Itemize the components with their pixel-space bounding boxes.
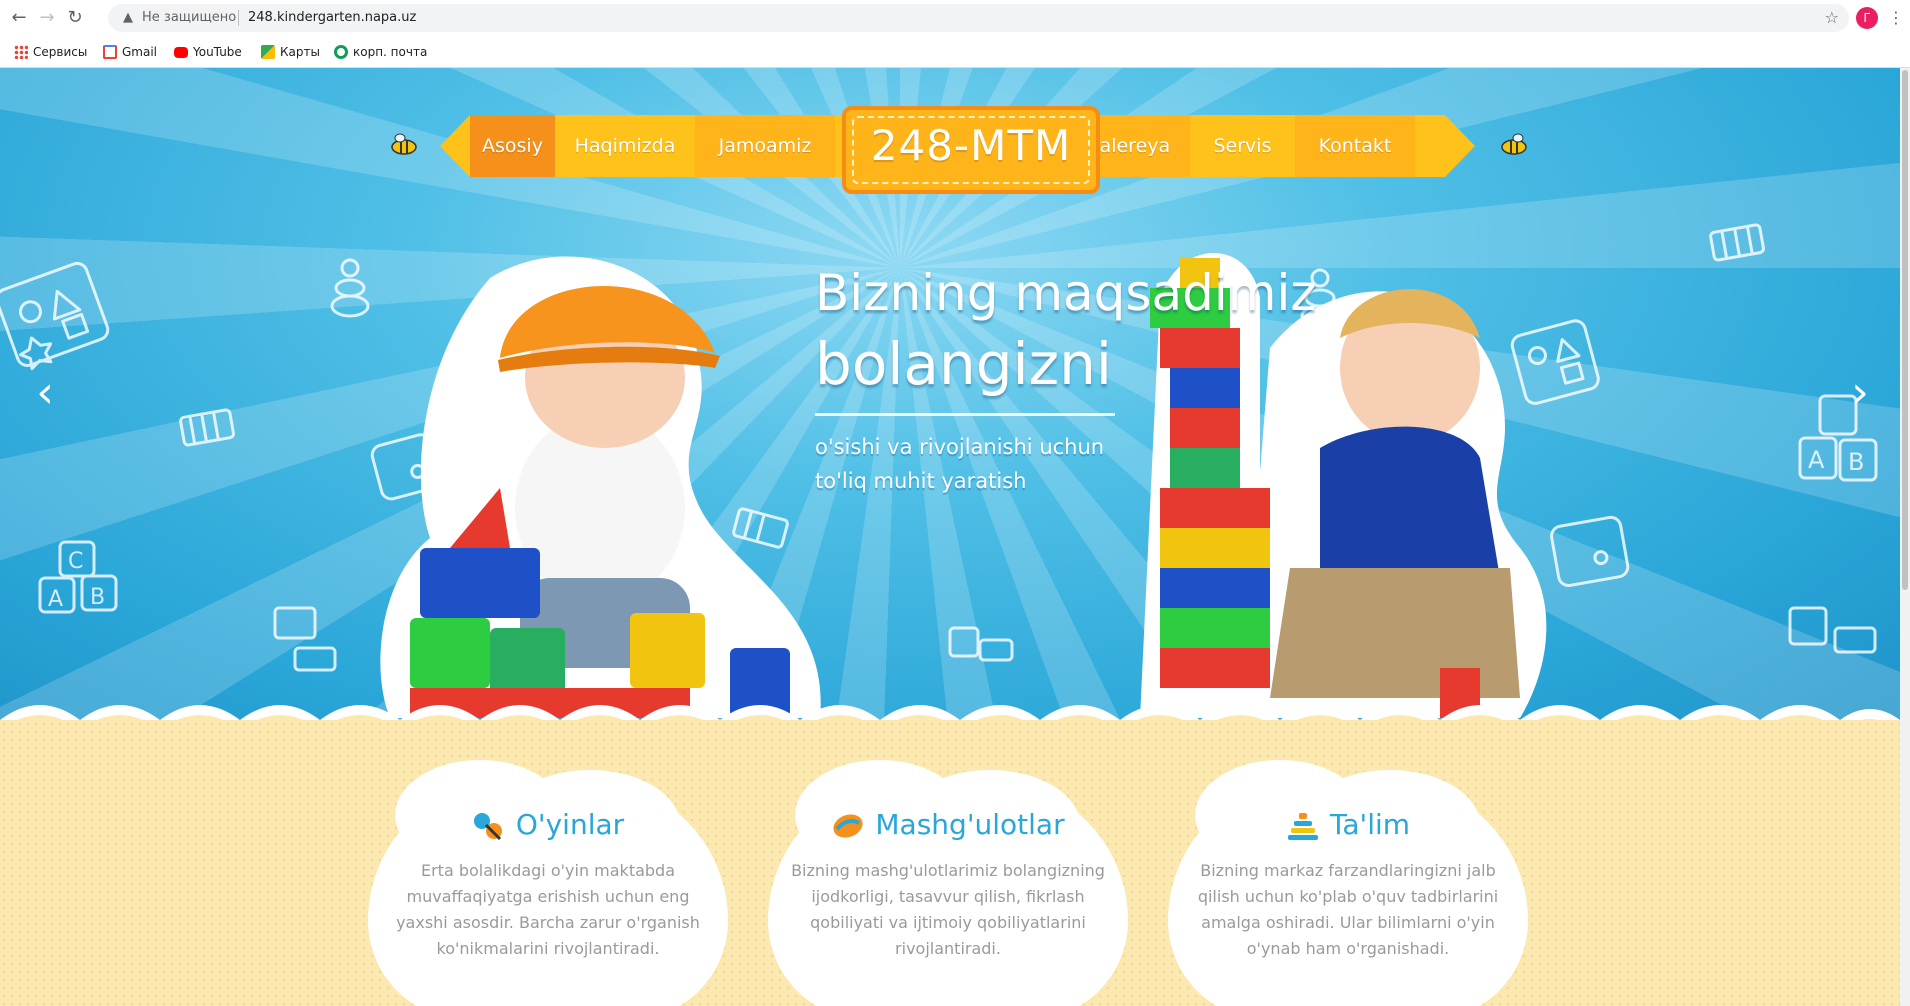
reload-icon[interactable]: ↻ <box>64 7 86 29</box>
maps-icon <box>261 45 275 59</box>
ribbon-right: Galereya Servis Kontakt <box>1065 115 1475 177</box>
hero-slider: A B C A B Asosiy Haqimizda Jamoamiz Gale… <box>0 68 1900 728</box>
svg-text:A: A <box>1808 446 1825 474</box>
scrollbar-thumb[interactable] <box>1902 70 1908 590</box>
nav-item-asosiy[interactable]: Asosiy <box>470 115 555 177</box>
bookmark-label: Gmail <box>122 45 158 59</box>
main-navigation: Asosiy Haqimizda Jamoamiz Galereya Servi… <box>391 106 1527 194</box>
bee-right-icon <box>1501 133 1527 155</box>
feature-title-text: Mashg'ulotlar <box>875 808 1065 841</box>
ball-icon <box>833 814 863 838</box>
bookmarks-bar: Сервисы Gmail YouTube Карты корп. почта <box>0 36 1910 68</box>
pyramid-icon <box>1287 813 1318 840</box>
bookmark-label: YouTube <box>193 45 242 59</box>
feature-card-text: Bizning mashg'ulotlarimiz bolangizning i… <box>791 861 1105 958</box>
security-label[interactable]: Не защищено <box>142 10 236 26</box>
nav-item-haqimizda[interactable]: Haqimizda <box>555 115 695 177</box>
gmail-icon <box>103 45 117 59</box>
bookmark-label: корп. почта <box>353 45 428 59</box>
child-with-helmet-illustration <box>380 256 821 718</box>
apps-grid-icon <box>14 45 28 59</box>
feature-card-text: Bizning markaz farzandlaringizni jalb qi… <box>1197 861 1499 958</box>
feature-card-title: Ta'lim <box>1168 808 1528 841</box>
url-text[interactable]: 248.kindergarten.napa.uz <box>248 10 416 26</box>
bookmark-label: Сервисы <box>33 45 88 59</box>
warning-icon: ▲ <box>123 10 133 25</box>
bookmark-label: Карты <box>280 45 320 59</box>
feature-title-text: O'yinlar <box>515 808 625 841</box>
feature-title-text: Ta'lim <box>1329 808 1411 841</box>
bookmark-gmail[interactable]: Gmail <box>103 44 157 60</box>
menu-kebab-icon[interactable]: ⋮ <box>1888 6 1904 30</box>
slider-next-arrow-icon[interactable]: › <box>1845 368 1875 418</box>
hero-subtitle: o'sishi va rivojlanishi uchun to'liq muh… <box>815 435 1105 493</box>
feature-card-title: Mashg'ulotlar <box>768 808 1128 841</box>
feature-card-text: Erta bolalikdagi o'yin maktabda muvaffaq… <box>396 861 700 958</box>
youtube-icon <box>174 46 188 58</box>
rattle-icon <box>473 813 502 841</box>
nav-item-servis[interactable]: Servis <box>1190 115 1295 177</box>
ribbon-left: Asosiy Haqimizda Jamoamiz <box>440 115 850 177</box>
divider <box>238 10 239 26</box>
bookmark-services[interactable]: Сервисы <box>14 44 87 60</box>
svg-text:B: B <box>90 585 105 610</box>
hero-title-line2: bolangizni <box>815 330 1112 398</box>
browser-toolbar: ← → ↻ ▲ Не защищено 248.kindergarten.nap… <box>0 0 1910 36</box>
bookmark-maps[interactable]: Карты <box>261 44 320 60</box>
profile-avatar[interactable]: Г <box>1856 7 1878 29</box>
hero-title-line1: Bizning maqsadimiz <box>815 264 1317 322</box>
slider-prev-arrow-icon[interactable]: ‹ <box>30 368 60 418</box>
mail-ring-icon <box>334 45 348 59</box>
forward-arrow-icon[interactable]: → <box>36 7 58 29</box>
bee-left-icon <box>391 133 417 155</box>
nav-item-kontakt[interactable]: Kontakt <box>1295 115 1415 177</box>
site-logo[interactable]: 248-MTM <box>842 106 1100 194</box>
bookmark-star-icon[interactable]: ☆ <box>1825 9 1839 27</box>
address-bar[interactable]: ▲ Не защищено 248.kindergarten.napa.uz ☆ <box>108 4 1849 32</box>
svg-text:A: A <box>48 587 63 612</box>
hero-title-underline <box>815 413 1115 416</box>
svg-text:C: C <box>68 549 83 574</box>
bookmark-youtube[interactable]: YouTube <box>174 44 242 60</box>
bookmark-corp-mail[interactable]: корп. почта <box>334 44 427 60</box>
nav-item-jamoamiz[interactable]: Jamoamiz <box>695 115 835 177</box>
logo-text: 248-MTM <box>870 121 1072 170</box>
svg-text:B: B <box>1848 448 1864 476</box>
feature-card-title: O'yinlar <box>368 808 728 841</box>
back-arrow-icon[interactable]: ← <box>8 7 30 29</box>
